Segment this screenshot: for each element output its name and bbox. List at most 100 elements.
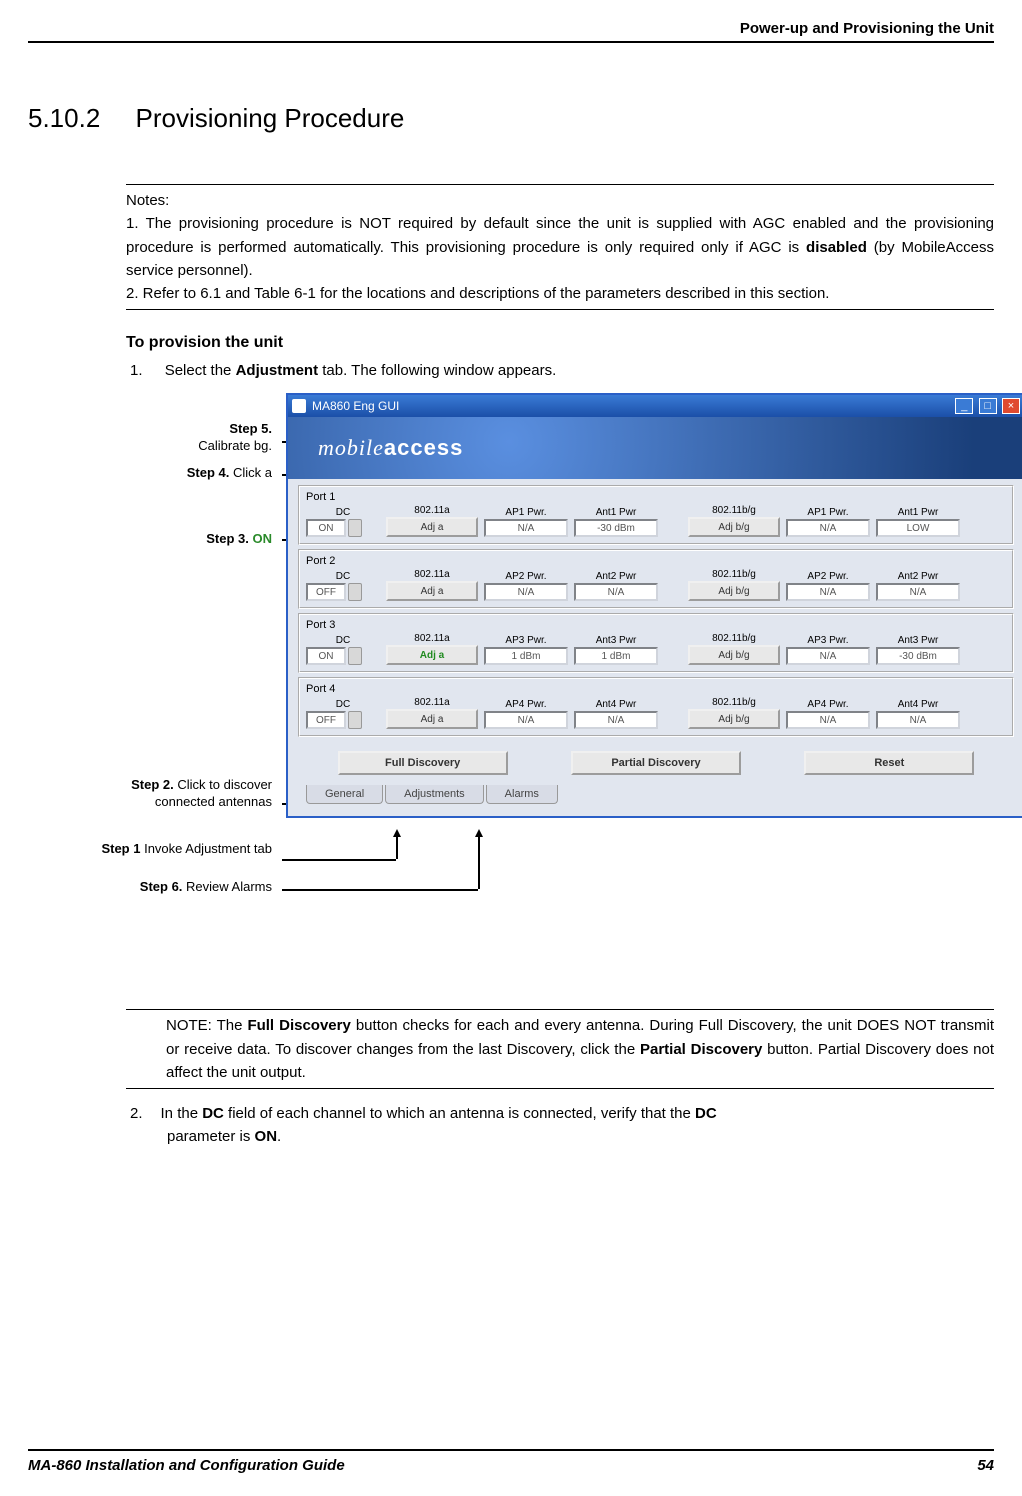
dc-toggle[interactable] — [348, 647, 362, 665]
notes-rule-bottom — [126, 309, 994, 310]
note2-rule-top — [126, 1009, 994, 1010]
column-80211a: 802.11a — [386, 505, 478, 516]
ant-pwr-header: Ant4 Pwr — [574, 699, 658, 710]
partial-discovery-button[interactable]: Partial Discovery — [571, 751, 741, 775]
ant-pwr-field-2: -30 dBm — [876, 647, 960, 665]
titlebar: MA860 Eng GUI _ □ × — [288, 395, 1022, 417]
header-rule — [28, 41, 994, 43]
port-label: Port 3 — [306, 619, 1006, 631]
ap-pwr-field-2: N/A — [786, 583, 870, 601]
ap-pwr-field-2: N/A — [786, 647, 870, 665]
callout-step-1: Step 1 Invoke Adjustment tab — [101, 841, 272, 858]
adj-bg-button[interactable]: Adj b/g — [688, 709, 780, 729]
dc-field: ON — [306, 647, 346, 665]
adj-a-button[interactable]: Adj a — [386, 709, 478, 729]
ap-pwr-header: AP2 Pwr. — [484, 571, 568, 582]
section-title: Provisioning Procedure — [136, 103, 405, 133]
dc-field: ON — [306, 519, 346, 537]
tab-alarms[interactable]: Alarms — [486, 785, 558, 804]
notes-label: Notes: — [126, 189, 994, 212]
arrow-step1-head — [393, 829, 401, 837]
arrow-step6-head — [475, 829, 483, 837]
ant-pwr-header-2: Ant3 Pwr — [876, 635, 960, 646]
figure-wrap: Step 5. Calibrate bg. Step 4. Click a St… — [126, 393, 994, 973]
app-icon — [292, 399, 306, 413]
port-box-4: Port 4 DC OFF 802.11a Adj a AP4 Pwr. N/A… — [298, 677, 1014, 737]
adj-bg-button[interactable]: Adj b/g — [688, 645, 780, 665]
arrow-step6-v — [478, 835, 480, 889]
ant-pwr-field: N/A — [574, 583, 658, 601]
notes-rule-top — [126, 184, 994, 185]
step-2-text: 2.In the DC field of each channel to whi… — [126, 1103, 994, 1148]
step-1-text: 1. Select the Adjustment tab. The follow… — [126, 362, 994, 379]
ant-pwr-header: Ant1 Pwr — [574, 507, 658, 518]
ap-pwr-header: AP3 Pwr. — [484, 635, 568, 646]
dc-header: DC — [306, 699, 380, 710]
footer-title: MA-860 Installation and Configuration Gu… — [28, 1457, 345, 1474]
discovery-buttons: Full Discovery Partial Discovery Reset — [298, 741, 1014, 785]
column-80211a: 802.11a — [386, 697, 478, 708]
port-label: Port 2 — [306, 555, 1006, 567]
dc-toggle[interactable] — [348, 519, 362, 537]
port-label: Port 4 — [306, 683, 1006, 695]
ant-pwr-header: Ant3 Pwr — [574, 635, 658, 646]
subheading: To provision the unit — [126, 334, 994, 352]
dc-header: DC — [306, 635, 380, 646]
dc-header: DC — [306, 571, 380, 582]
close-button[interactable]: × — [1002, 398, 1020, 414]
adj-bg-button[interactable]: Adj b/g — [688, 517, 780, 537]
ant-pwr-field: N/A — [574, 711, 658, 729]
maximize-button[interactable]: □ — [979, 398, 997, 414]
dc-field: OFF — [306, 583, 346, 601]
ap-pwr-field: N/A — [484, 711, 568, 729]
port-label: Port 1 — [306, 491, 1006, 503]
dc-toggle[interactable] — [348, 711, 362, 729]
dc-header: DC — [306, 507, 380, 518]
callout-step-2: Step 2. Click to discover connected ante… — [112, 777, 272, 811]
column-80211a: 802.11a — [386, 569, 478, 580]
ap-pwr-header: AP4 Pwr. — [484, 699, 568, 710]
notes-item-1: 1. The provisioning procedure is NOT req… — [126, 212, 994, 282]
adj-a-button[interactable]: Adj a — [386, 517, 478, 537]
column-80211bg: 802.11b/g — [688, 633, 780, 644]
ant-pwr-field-2: LOW — [876, 519, 960, 537]
tabs-row: GeneralAdjustmentsAlarms — [298, 785, 1014, 812]
arrow-step1-v — [396, 835, 398, 859]
dc-toggle[interactable] — [348, 583, 362, 601]
ant-pwr-header-2: Ant1 Pwr — [876, 507, 960, 518]
notes-item-2: 2. Refer to 6.1 and Table 6-1 for the lo… — [126, 282, 994, 305]
window-buttons: _ □ × — [953, 398, 1020, 414]
tab-general[interactable]: General — [306, 785, 383, 804]
tab-adjustments[interactable]: Adjustments — [385, 785, 484, 804]
ant-pwr-header: Ant2 Pwr — [574, 571, 658, 582]
ant-pwr-field: 1 dBm — [574, 647, 658, 665]
port-box-3: Port 3 DC ON 802.11a Adj a AP3 Pwr. 1 dB… — [298, 613, 1014, 673]
ant-pwr-field-2: N/A — [876, 711, 960, 729]
ap-pwr-header-2: AP3 Pwr. — [786, 635, 870, 646]
ap-pwr-field-2: N/A — [786, 711, 870, 729]
column-80211bg: 802.11b/g — [688, 569, 780, 580]
note2-rule-bottom — [126, 1088, 994, 1089]
full-discovery-button[interactable]: Full Discovery — [338, 751, 508, 775]
ap-pwr-header-2: AP2 Pwr. — [786, 571, 870, 582]
window-title: MA860 Eng GUI — [312, 399, 399, 413]
adj-a-button[interactable]: Adj a — [386, 645, 478, 665]
footer: MA-860 Installation and Configuration Gu… — [28, 1449, 994, 1474]
ap-pwr-header: AP1 Pwr. — [484, 507, 568, 518]
ant-pwr-field: -30 dBm — [574, 519, 658, 537]
dc-field: OFF — [306, 711, 346, 729]
notes-block: Notes: 1. The provisioning procedure is … — [126, 189, 994, 305]
port-box-2: Port 2 DC OFF 802.11a Adj a AP2 Pwr. N/A… — [298, 549, 1014, 609]
banner: mobileaccess — [288, 417, 1022, 479]
ant-pwr-header-2: Ant2 Pwr — [876, 571, 960, 582]
page-number: 54 — [977, 1457, 994, 1474]
column-80211bg: 802.11b/g — [688, 505, 780, 516]
ap-pwr-field-2: N/A — [786, 519, 870, 537]
column-80211a: 802.11a — [386, 633, 478, 644]
adj-a-button[interactable]: Adj a — [386, 581, 478, 601]
reset-button[interactable]: Reset — [804, 751, 974, 775]
panel-body: Port 1 DC ON 802.11a Adj a AP1 Pwr. N/A … — [288, 479, 1022, 816]
minimize-button[interactable]: _ — [955, 398, 973, 414]
callout-step-6: Step 6. Review Alarms — [140, 879, 272, 896]
adj-bg-button[interactable]: Adj b/g — [688, 581, 780, 601]
